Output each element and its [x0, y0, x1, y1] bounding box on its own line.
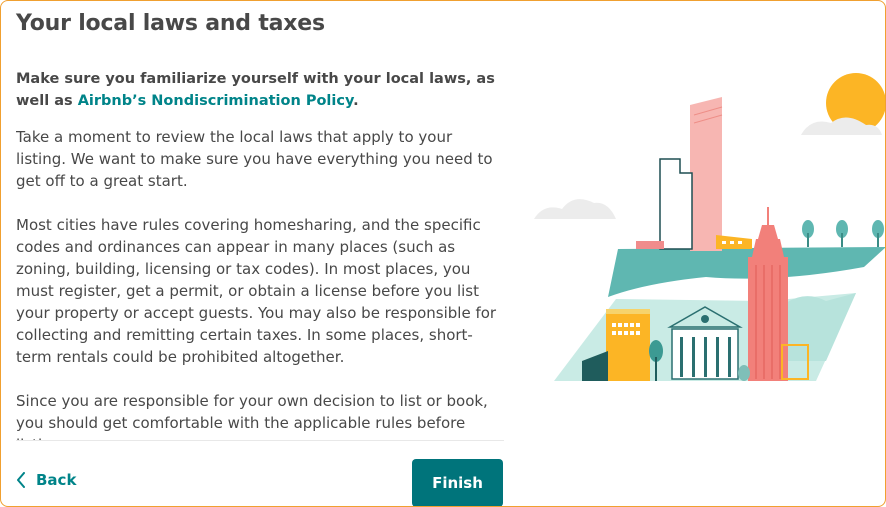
paragraph-responsibility: Since you are responsible for your own d…	[16, 392, 488, 440]
paragraph-review: Take a moment to review the local laws t…	[16, 128, 493, 190]
tree-row	[802, 220, 884, 247]
page-title: Your local laws and taxes	[16, 11, 325, 36]
cloud-shape-left	[534, 199, 616, 219]
finish-button[interactable]: Finish	[412, 459, 503, 506]
modal-dialog: Your local laws and taxes Make sure you …	[0, 0, 886, 507]
intro-text: Make sure you familiarize yourself with …	[16, 68, 516, 112]
content-scroll-area[interactable]: Take a moment to review the local laws t…	[16, 126, 504, 441]
back-label: Back	[36, 471, 77, 489]
nondiscrimination-policy-link[interactable]: Airbnb’s Nondiscrimination Policy	[78, 93, 353, 109]
paragraph-rules: Most cities have rules covering homeshar…	[16, 216, 497, 366]
chevron-left-icon	[16, 472, 26, 488]
pink-tower	[690, 105, 722, 251]
upper-ground	[608, 247, 885, 297]
back-button[interactable]: Back	[16, 471, 76, 489]
outline-building	[659, 158, 693, 250]
intro-text-after-link: .	[353, 93, 359, 109]
city-illustration	[526, 61, 885, 391]
